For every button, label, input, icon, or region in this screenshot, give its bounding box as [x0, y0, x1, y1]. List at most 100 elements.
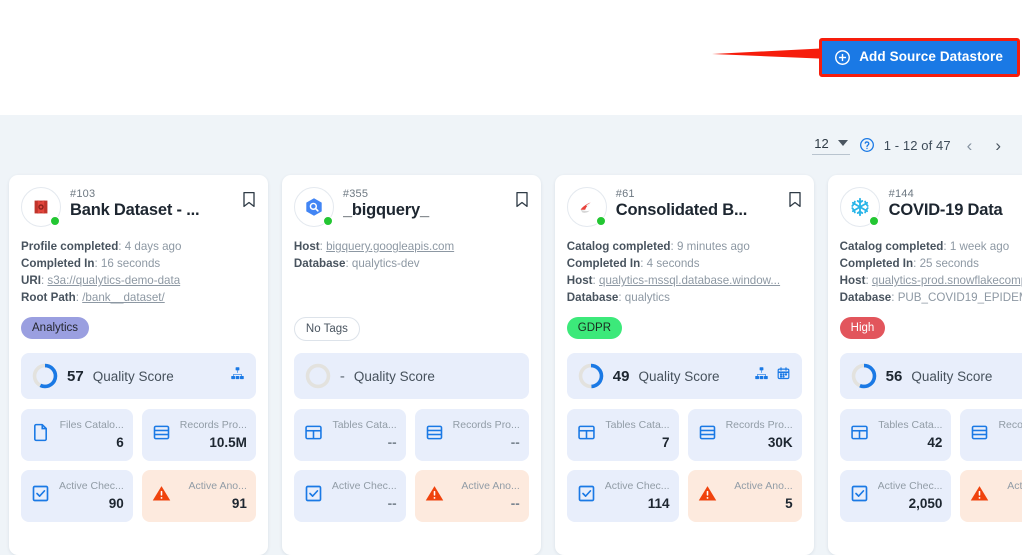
card-title-group: #144 COVID-19 Data — [889, 187, 1022, 220]
metric-tile[interactable]: Active Ano... 91 — [142, 470, 256, 522]
quality-score-label: Quality Score — [911, 369, 1022, 384]
quality-score-panel[interactable]: 49 Quality Score — [567, 353, 802, 399]
quality-score-ring — [851, 363, 877, 389]
meta-value-link[interactable]: bigquery.googleapis.com — [326, 240, 454, 253]
records-icon — [697, 422, 719, 448]
metric-label: Active Chec... — [59, 480, 124, 494]
metric-body: Active Chec... 114 — [605, 480, 670, 511]
metric-tile[interactable]: Active Chec... -- — [294, 470, 406, 522]
metric-label: Records Pro... — [180, 419, 247, 433]
table-icon — [849, 422, 871, 448]
meta-label: URI — [21, 274, 41, 287]
metric-value: 30K — [726, 436, 793, 451]
datastore-title: Bank Dataset - ... — [70, 201, 233, 220]
metric-tile[interactable]: Records Pro... 43.3M — [960, 409, 1022, 461]
metric-tile[interactable]: Tables Cata... -- — [294, 409, 406, 461]
tag-badge[interactable]: GDPR — [567, 317, 622, 339]
metric-tile[interactable]: Active Chec... 2,050 — [840, 470, 952, 522]
bookmark-icon[interactable] — [788, 189, 802, 211]
page-header: Add Source Datastore — [0, 0, 1022, 115]
quality-score-ring — [305, 363, 331, 389]
status-online-dot — [50, 216, 60, 226]
metric-tile[interactable]: Records Pro... 30K — [688, 409, 802, 461]
quality-score-ring — [32, 363, 58, 389]
metric-tile[interactable]: Active Ano... -- — [415, 470, 529, 522]
check-square-icon — [303, 483, 325, 509]
metric-label: Active Chec... — [605, 480, 670, 494]
quality-score-label: Quality Score — [354, 369, 509, 384]
card-title-group: #103 Bank Dataset - ... — [70, 187, 233, 220]
metric-value: 665 — [998, 497, 1022, 512]
meta-value-link[interactable]: /bank__dataset/ — [82, 291, 165, 304]
meta-row: Profile completed: 4 days ago — [21, 238, 256, 255]
metric-label: Records Pro... — [453, 419, 520, 433]
previous-page-button[interactable]: ‹ — [960, 135, 980, 156]
meta-value-link[interactable]: qualytics-mssql.database.window... — [599, 274, 780, 287]
meta-label: Completed In — [840, 257, 913, 270]
file-icon — [30, 422, 52, 448]
meta-label: Host — [840, 274, 866, 287]
datastore-title: COVID-19 Data — [889, 201, 1022, 220]
metric-body: Records Pro... 10.5M — [180, 419, 247, 450]
table-icon — [576, 422, 598, 448]
meta-value: 4 seconds — [647, 257, 700, 270]
meta-row: Root Path: /bank__dataset/ — [21, 289, 256, 306]
metric-body: Active Chec... 2,050 — [878, 480, 943, 511]
meta-value: 9 minutes ago — [677, 240, 750, 253]
meta-row: Completed In: 16 seconds — [21, 255, 256, 272]
metric-tile[interactable]: Tables Cata... 42 — [840, 409, 952, 461]
datastore-card[interactable]: #355 _bigquery_ Host: bigquery.googleapi… — [282, 175, 541, 555]
bookmark-icon[interactable] — [242, 189, 256, 211]
status-online-dot — [596, 216, 606, 226]
pagination-range: 1 - 12 of 47 — [884, 138, 951, 153]
bookmark-icon[interactable] — [515, 189, 529, 211]
meta-value-link[interactable]: s3a://qualytics-demo-data — [47, 274, 180, 287]
quality-score-panel[interactable]: 56 Quality Score — [840, 353, 1022, 399]
add-source-datastore-button[interactable]: Add Source Datastore — [822, 41, 1017, 74]
meta-label: Root Path — [21, 291, 76, 304]
tag-badge[interactable]: Analytics — [21, 317, 89, 339]
quality-score-panel[interactable]: 57 Quality Score — [21, 353, 256, 399]
tag-row: GDPR — [567, 317, 802, 343]
meta-label: Database — [567, 291, 619, 304]
metric-label: Active Ano... — [180, 480, 247, 494]
metric-tile[interactable]: Active Ano... 665 — [960, 470, 1022, 522]
meta-value-link[interactable]: qualytics-prod.snowflakecomputi... — [872, 274, 1022, 287]
meta-row: Database: qualytics — [567, 289, 802, 306]
tag-badge[interactable]: High — [840, 317, 886, 339]
datastore-id: #103 — [70, 188, 233, 200]
card-metadata: Catalog completed: 9 minutes ago Complet… — [567, 238, 802, 308]
metric-tile[interactable]: Active Ano... 5 — [688, 470, 802, 522]
meta-label: Host — [294, 240, 320, 253]
datastore-id: #355 — [343, 188, 506, 200]
warning-triangle-icon — [424, 483, 446, 509]
metric-tile[interactable]: Tables Cata... 7 — [567, 409, 679, 461]
metric-tile[interactable]: Files Catalo... 6 — [21, 409, 133, 461]
datastore-card[interactable]: #144 COVID-19 Data Catalog completed: 1 … — [828, 175, 1022, 555]
question-circle-icon[interactable] — [859, 137, 875, 153]
hierarchy-icon[interactable] — [230, 366, 245, 386]
metric-tile[interactable]: Records Pro... 10.5M — [142, 409, 256, 461]
meta-row: Completed In: 25 seconds — [840, 255, 1022, 272]
next-page-button[interactable]: › — [988, 135, 1008, 156]
metric-tile[interactable]: Active Chec... 114 — [567, 470, 679, 522]
datastore-card[interactable]: #61 Consolidated B... Catalog completed:… — [555, 175, 814, 555]
metric-body: Active Ano... 5 — [726, 480, 793, 511]
hierarchy-icon[interactable] — [754, 366, 769, 386]
add-source-datastore-label: Add Source Datastore — [859, 50, 1003, 65]
metric-value: 2,050 — [878, 497, 943, 512]
page-size-select[interactable]: 12 — [812, 136, 849, 155]
calendar-icon[interactable] — [776, 366, 791, 386]
metric-body: Tables Cata... 7 — [605, 419, 670, 450]
records-icon — [969, 422, 991, 448]
plus-circle-icon — [834, 49, 851, 66]
meta-value: qualytics — [625, 291, 670, 304]
card-header: #355 _bigquery_ — [294, 187, 529, 227]
tag-badge[interactable]: No Tags — [294, 317, 360, 341]
metric-tile[interactable]: Active Chec... 90 — [21, 470, 133, 522]
metric-tile[interactable]: Records Pro... -- — [415, 409, 529, 461]
quality-score-panel[interactable]: - Quality Score — [294, 353, 529, 399]
mssql-icon — [567, 187, 607, 227]
page-size-value: 12 — [814, 136, 828, 151]
datastore-card[interactable]: #103 Bank Dataset - ... Profile complete… — [9, 175, 268, 555]
